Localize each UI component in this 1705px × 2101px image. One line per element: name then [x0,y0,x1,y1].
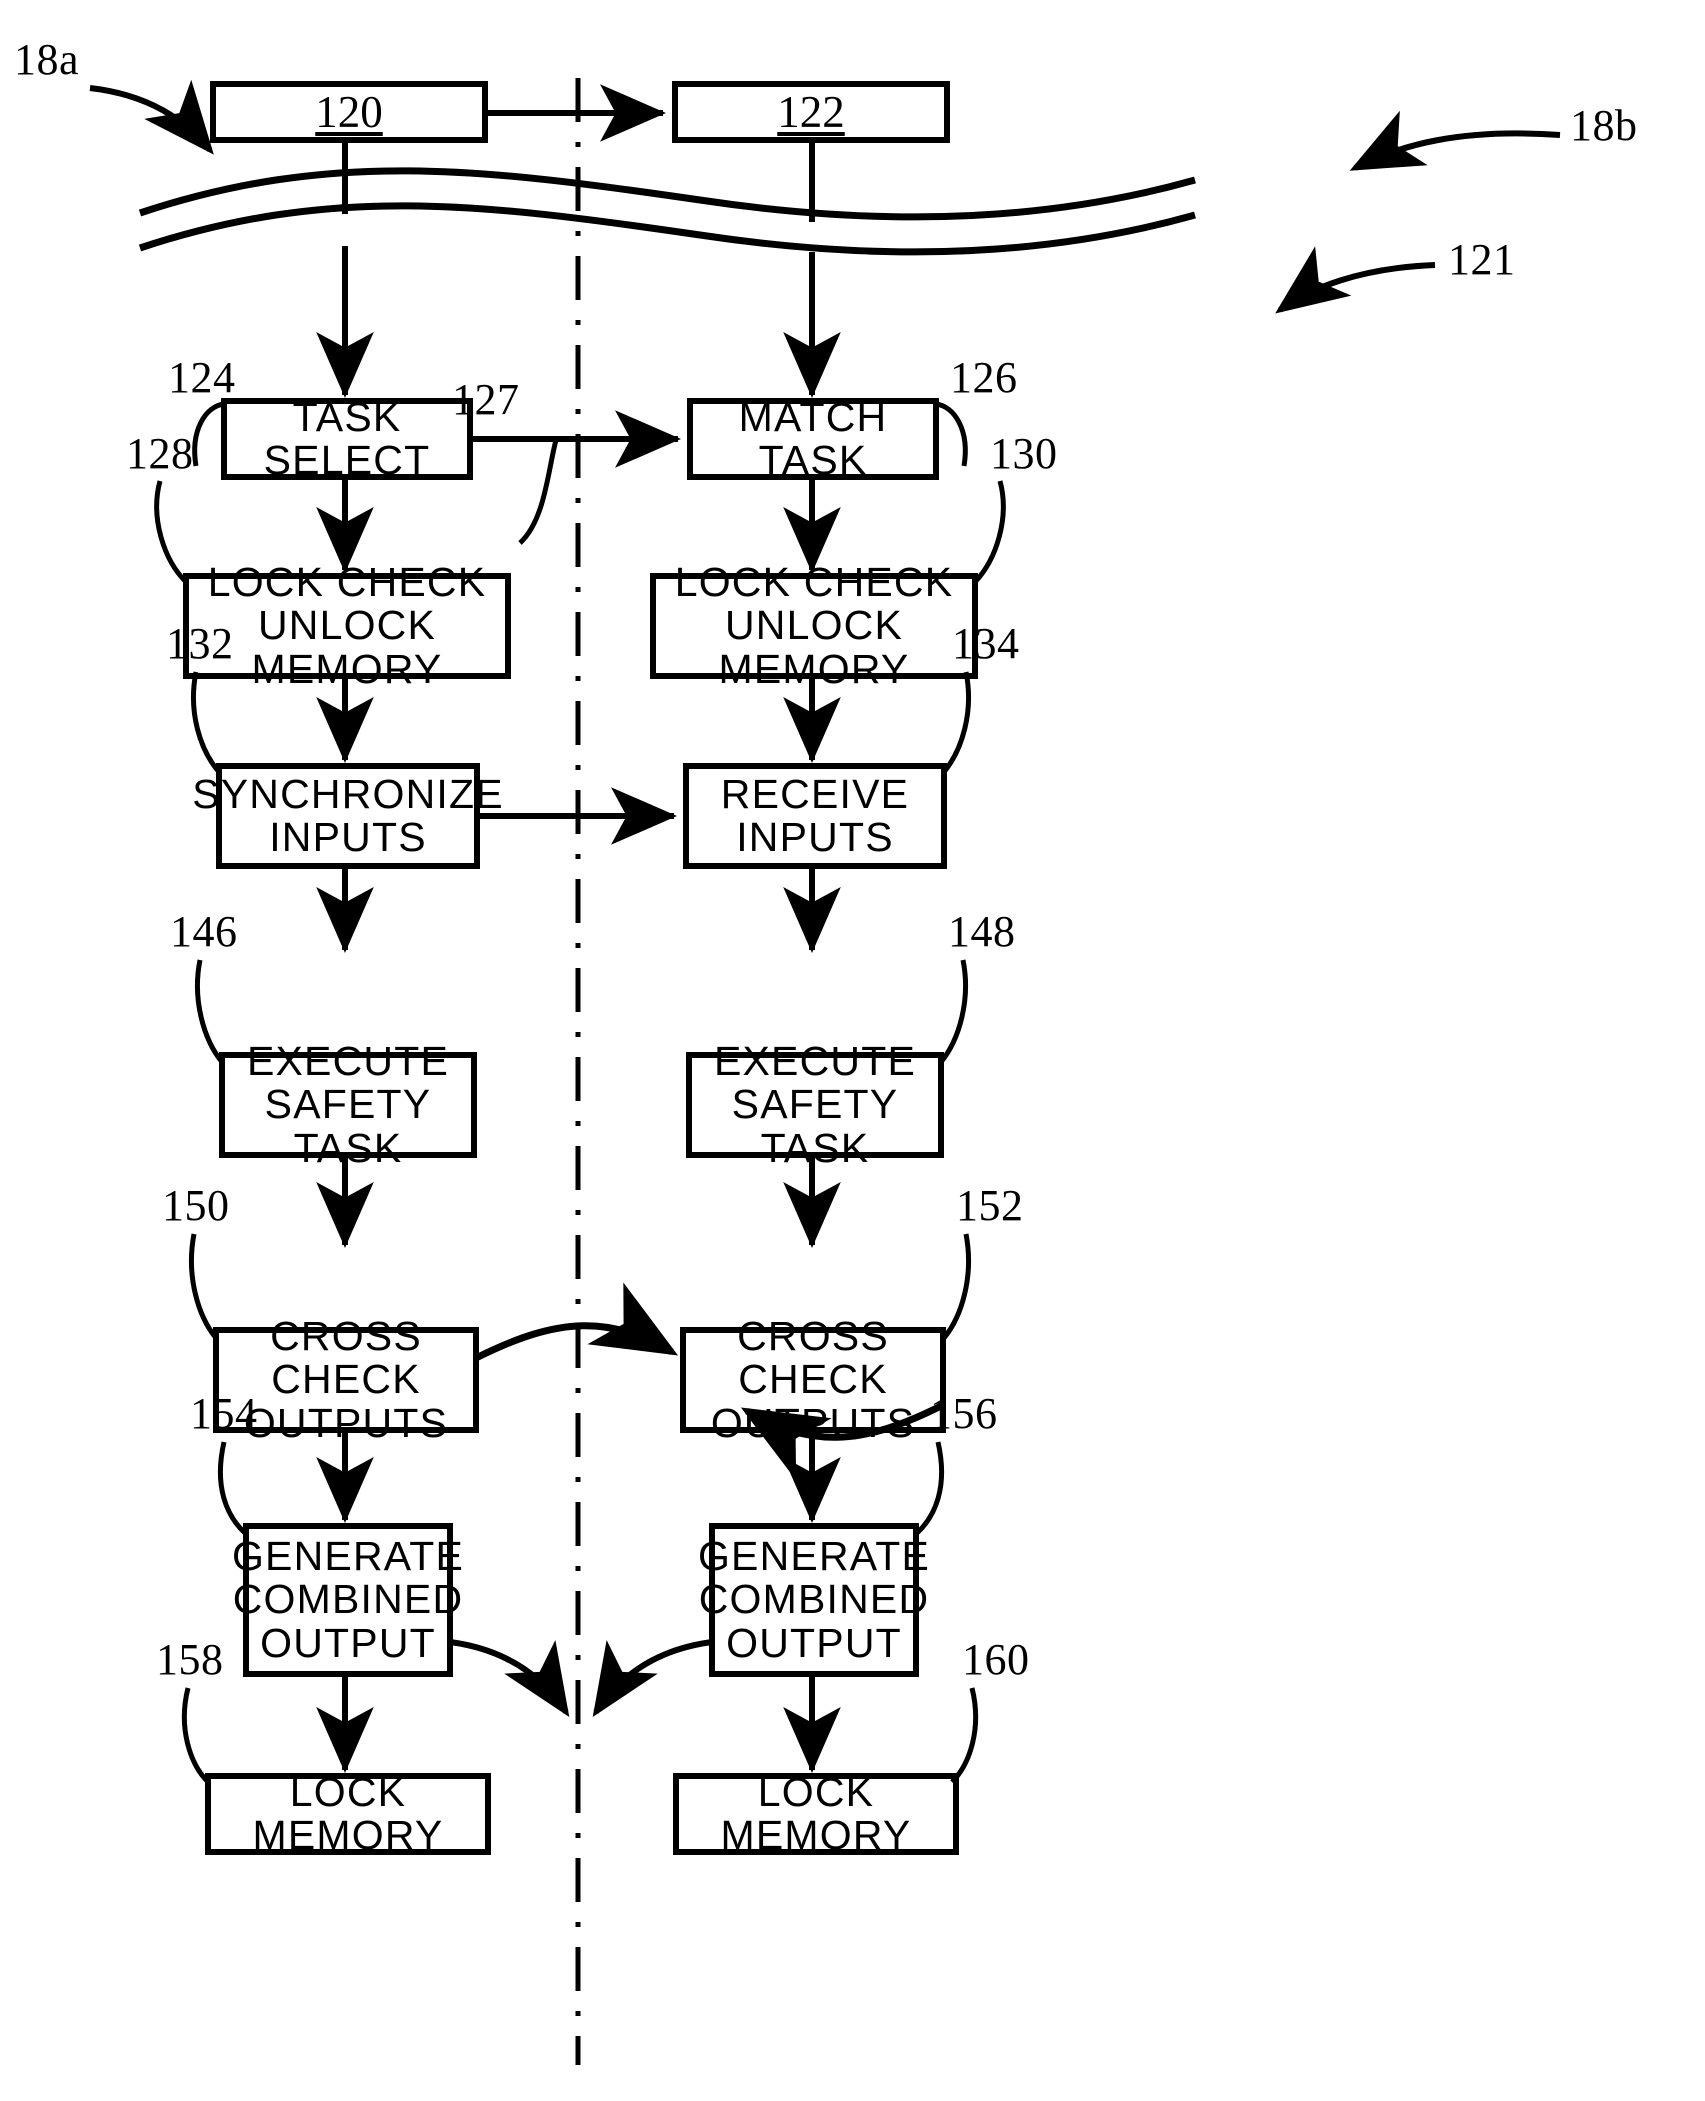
label-lock-check-right: LOCK CHECK UNLOCK MEMORY [674,558,954,692]
ref-156-label: 156 [930,1389,998,1438]
label-generate-left: GENERATE COMBINED OUTPUT [231,1532,465,1666]
patent-figure: 120 122 18a 18b 121 127 TASK SELECT LOCK… [0,0,1705,2101]
label-receive-inputs: RECEIVE INPUTS [720,770,910,860]
callout-121-label: 121 [1448,235,1516,284]
leader-148 [939,959,968,1064]
ref-154-label: 154 [190,1389,258,1438]
ref-128-label: 128 [126,429,194,478]
ref-150-label: 150 [162,1181,230,1230]
callout-arrow-121 [1275,246,1436,314]
ref-134-label: 134 [952,619,1020,668]
ref-132-label: 132 [166,619,234,668]
box-122-ref: 122 [777,87,845,137]
leader-152 [942,1233,971,1340]
label-lock-memory-left: LOCK MEMORY [252,1768,444,1858]
box-120-ref: 120 [315,87,383,137]
ref-152-label: 152 [956,1181,1024,1230]
leader-156 [914,1441,945,1536]
ref-130-label: 130 [990,429,1058,478]
leader-160 [950,1687,979,1784]
leader-128 [154,480,188,584]
callout-arrow-18a [89,79,214,155]
label-synchronize-inputs: SYNCHRONIZE INPUTS [192,770,504,860]
ref-146-label: 146 [170,907,238,956]
arrow-generate-right-to-center [592,1639,713,1718]
ref-158-label: 158 [156,1635,224,1684]
leader-130 [973,480,1006,584]
label-task-select: TASK SELECT [263,393,431,483]
callout-18a-label: 18a [14,35,80,84]
label-lock-memory-right: LOCK MEMORY [720,1768,912,1858]
ref-126-label: 126 [950,353,1018,402]
callout-18b-label: 18b [1570,101,1638,150]
leader-158 [181,1687,210,1784]
label-execute-right: EXECUTE SAFETY TASK [713,1037,917,1171]
label-execute-left: EXECUTE SAFETY TASK [246,1037,450,1171]
ref-124-label: 124 [168,353,236,402]
arrow-cross-check-left-to-right [474,1282,679,1362]
leader-124 [192,401,225,467]
leader-126 [935,401,968,467]
leader-150 [189,1233,218,1340]
callout-arrow-18b [1349,110,1561,171]
leader-154 [217,1441,248,1536]
label-lock-check-left: LOCK CHECK UNLOCK MEMORY [207,558,487,692]
ref-148-label: 148 [948,907,1016,956]
label-cross-check-right: CROSS CHECK OUTPUTS [710,1312,916,1446]
label-match-task: MATCH TASK [738,393,888,483]
leader-146 [195,959,224,1064]
arrow-generate-left-to-center [449,1639,570,1718]
ref-160-label: 160 [962,1635,1030,1684]
leader-127 [518,439,559,545]
label-generate-right: GENERATE COMBINED OUTPUT [697,1532,931,1666]
